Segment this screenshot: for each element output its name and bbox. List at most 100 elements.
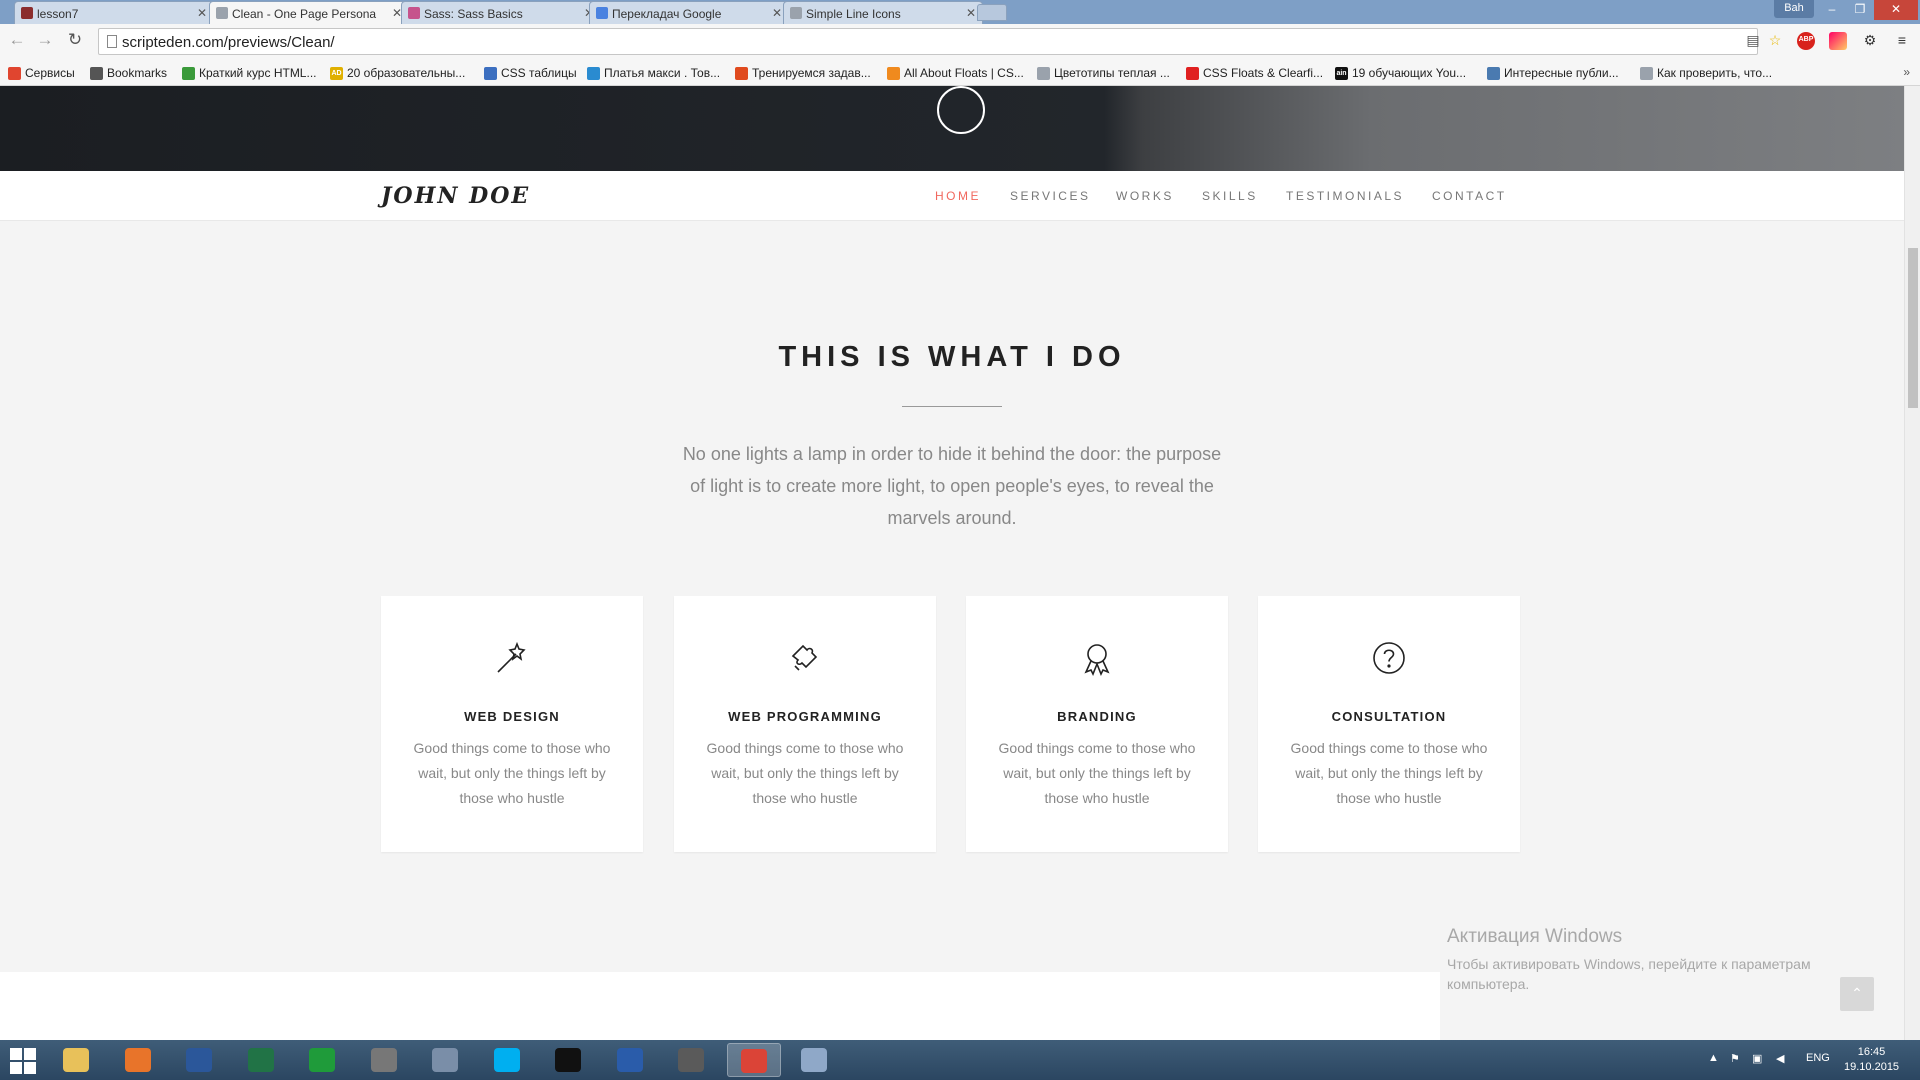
service-text: Good things come to those who wait, but … — [413, 740, 611, 806]
adblock-icon[interactable]: ABP — [1797, 32, 1815, 50]
bookmark-item[interactable]: Тренируемся задав... — [735, 66, 871, 80]
firefox-icon — [124, 1048, 151, 1072]
bookmark-item[interactable]: Сервисы — [8, 66, 75, 80]
clock[interactable]: 16:45 19.10.2015 — [1844, 1045, 1899, 1075]
back-icon[interactable]: ← — [6, 30, 28, 52]
new-tab-button[interactable] — [977, 4, 1007, 21]
page-scrollbar[interactable] — [1904, 86, 1920, 1040]
gear-icon[interactable]: ⚙ — [1861, 32, 1879, 50]
bookmarks-more-icon[interactable]: » — [1903, 65, 1910, 79]
taskbar-app-word[interactable] — [173, 1043, 227, 1077]
taskbar-app-powershell[interactable] — [604, 1043, 658, 1077]
browser-tab[interactable]: Sass: Sass Basics ✕ — [401, 1, 601, 24]
browser-tab[interactable]: Перекладач Google ✕ — [589, 1, 789, 24]
bookmarks-bar: » Сервисы Bookmarks Краткий курс HTML... AD… — [0, 60, 1920, 86]
tab-favicon-icon — [596, 7, 608, 19]
star-icon[interactable]: ☆ — [1766, 32, 1784, 50]
bookmark-item[interactable]: Платья макси . Тов... — [587, 66, 720, 80]
tab-close-icon[interactable]: ✕ — [197, 6, 207, 20]
menu-icon[interactable]: ≡ — [1893, 32, 1911, 50]
section-title: THIS IS WHAT I DO — [778, 341, 1126, 373]
bookmark-item[interactable]: Bookmarks — [90, 66, 167, 80]
service-title: BRANDING — [1057, 709, 1137, 724]
service-card: BRANDING Good things come to those who w… — [966, 596, 1228, 852]
volume-icon[interactable]: ◀ — [1776, 1052, 1784, 1065]
taskbar-app-explorer[interactable] — [50, 1043, 104, 1077]
bookmark-label: Платья макси . Тов... — [604, 66, 721, 80]
reload-icon[interactable]: ↻ — [64, 30, 86, 52]
calculator-icon — [432, 1048, 458, 1072]
bookmark-favicon-icon — [1037, 67, 1050, 80]
bookmark-item[interactable]: CSS таблицы — [484, 66, 577, 80]
taskbar-app-cmd[interactable] — [542, 1043, 596, 1077]
taskbar-app-chrome[interactable] — [726, 1043, 781, 1077]
bookmark-label: Сервисы — [25, 66, 75, 80]
tab-close-icon[interactable]: ✕ — [966, 6, 976, 20]
browser-tab[interactable]: lesson7 ✕ — [14, 1, 214, 24]
network-icon[interactable]: ▣ — [1752, 1052, 1762, 1065]
service-card: WEB PROGRAMMING Good things come to thos… — [674, 596, 936, 852]
browser-tab-active[interactable]: Clean - One Page Persona ✕ — [209, 1, 409, 25]
browser-tab[interactable]: Simple Line Icons ✕ — [783, 1, 983, 24]
bookmark-favicon-icon — [1186, 67, 1199, 80]
site-logo[interactable]: JOHN DOE — [381, 183, 530, 209]
bookmark-item[interactable]: AD 20 образовательны... — [330, 66, 465, 80]
restore-icon[interactable]: ❐ — [1846, 0, 1874, 20]
language-indicator[interactable]: ENG — [1806, 1052, 1830, 1064]
tab-strip: lesson7 ✕ Clean - One Page Persona ✕ Sas… — [0, 0, 1920, 25]
scroll-down-circle-icon[interactable] — [937, 86, 985, 134]
scrollbar-thumb[interactable] — [1908, 248, 1918, 408]
bookmark-favicon-icon — [8, 67, 21, 80]
profile-button[interactable]: Bah — [1774, 0, 1814, 18]
bookmark-item[interactable]: Краткий курс HTML... — [182, 66, 317, 80]
flag-icon[interactable]: ⚑ — [1730, 1052, 1740, 1065]
bookmark-item[interactable]: ain 19 обучающих You... — [1335, 66, 1466, 80]
tab-close-icon[interactable]: ✕ — [772, 6, 782, 20]
scroll-to-top-button[interactable]: ⌃ — [1840, 977, 1874, 1011]
bookmark-item[interactable]: Как проверить, что... — [1640, 66, 1772, 80]
nav-skills[interactable]: SKILLS — [1202, 189, 1258, 203]
bookmark-label: CSS Floats & Clearfi... — [1203, 66, 1324, 80]
bookmark-item[interactable]: Цветотипы теплая ... — [1037, 66, 1170, 80]
bookmark-favicon-icon — [1487, 67, 1500, 80]
nav-contact[interactable]: CONTACT — [1432, 189, 1507, 203]
bookmark-label: Интересные публи... — [1504, 66, 1619, 80]
close-window-icon[interactable]: ✕ — [1874, 0, 1918, 20]
browser-toolbar: ← → ↻ scripteden.com/previews/Clean/ ▤ ☆… — [0, 24, 1920, 60]
tray-arrow-icon[interactable]: ▲ — [1708, 1052, 1719, 1064]
taskbar-app-firefox[interactable] — [112, 1043, 166, 1077]
nav-home[interactable]: HOME — [935, 189, 981, 203]
service-card: CONSULTATION Good things come to those w… — [1258, 596, 1520, 852]
activation-title: Активация Windows — [1447, 926, 1623, 947]
url-text[interactable]: scripteden.com/previews/Clean/ — [122, 34, 335, 51]
taskbar-app-paint[interactable] — [788, 1043, 842, 1077]
bookmark-label: All About Floats | CS... — [904, 66, 1024, 80]
bookmark-item[interactable]: CSS Floats & Clearfi... — [1186, 66, 1323, 80]
taskbar-app-store[interactable] — [296, 1043, 350, 1077]
color-picker-icon[interactable] — [1829, 32, 1847, 50]
nav-services[interactable]: SERVICES — [1010, 189, 1090, 203]
taskbar-app-viewer[interactable] — [358, 1043, 412, 1077]
windows-start-icon[interactable] — [10, 1048, 36, 1074]
bookmark-item[interactable]: Интересные публи... — [1487, 66, 1619, 80]
bookmark-item[interactable]: All About Floats | CS... — [887, 66, 1024, 80]
forward-icon[interactable]: → — [34, 30, 56, 52]
chrome-icon — [740, 1049, 767, 1073]
bookmark-favicon-icon — [587, 67, 600, 80]
address-bar[interactable]: scripteden.com/previews/Clean/ — [98, 28, 1758, 55]
bookmark-favicon-icon — [484, 67, 497, 80]
taskbar-app-sublime[interactable] — [665, 1043, 719, 1077]
cmd-icon — [555, 1048, 581, 1072]
minimize-icon[interactable]: – — [1818, 0, 1846, 20]
nav-works[interactable]: WORKS — [1116, 189, 1174, 203]
bookmark-label: 19 обучающих You... — [1352, 66, 1467, 80]
tab-title: Simple Line Icons — [806, 7, 901, 21]
translate-icon[interactable]: ▤ — [1744, 32, 1762, 50]
taskbar-app-calculator[interactable] — [419, 1043, 473, 1077]
bookmark-favicon-icon — [182, 67, 195, 80]
windows-activation-watermark: Активация Windows Чтобы активировать Win… — [1447, 926, 1867, 994]
taskbar-app-skype[interactable] — [481, 1043, 535, 1077]
nav-testimonials[interactable]: TESTIMONIALS — [1286, 189, 1404, 203]
tab-favicon-icon — [216, 7, 228, 19]
taskbar-app-excel[interactable] — [235, 1043, 289, 1077]
